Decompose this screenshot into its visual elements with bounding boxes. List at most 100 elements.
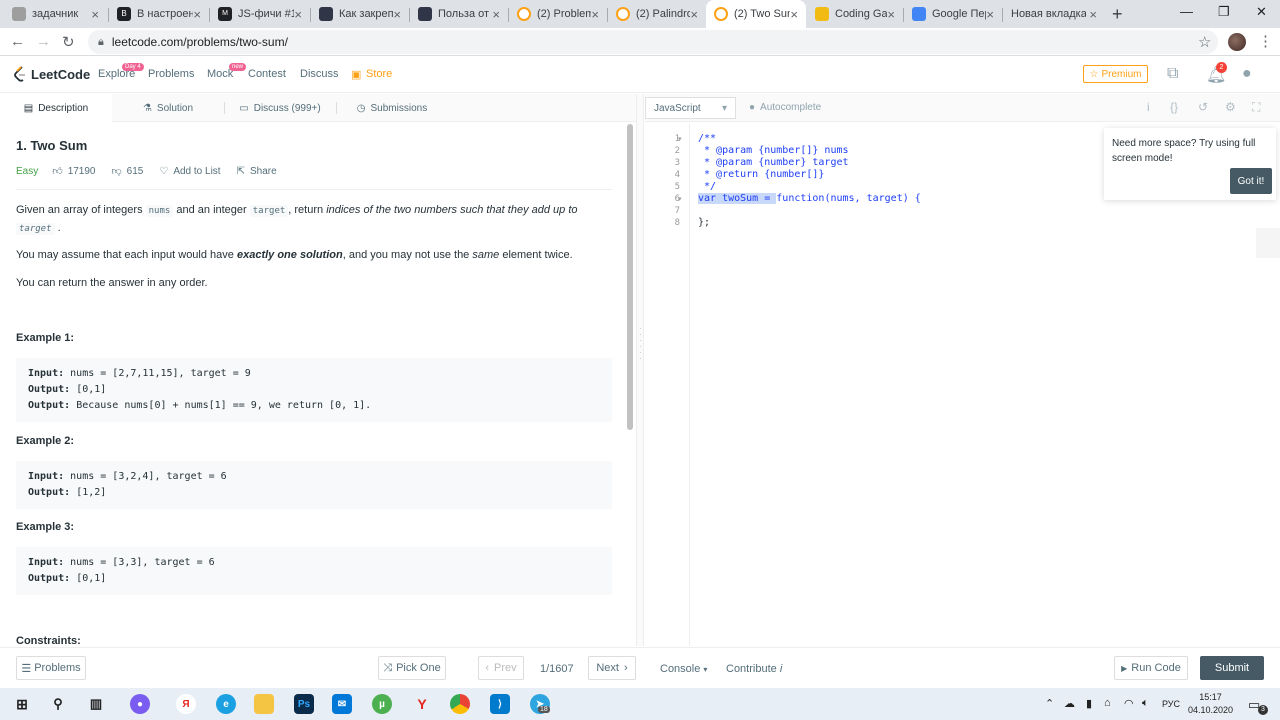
close-tab-icon[interactable]: × — [91, 7, 99, 22]
browser-tab[interactable]: B В настроен × — [109, 0, 209, 28]
new-badge: new — [229, 63, 247, 71]
minimize-icon[interactable]: — — [1180, 4, 1193, 19]
close-tab-icon[interactable]: × — [690, 7, 698, 22]
fold-icon[interactable]: ▾ — [678, 195, 682, 203]
submit-button[interactable]: Submit — [1200, 656, 1264, 680]
tab-description[interactable]: ▤ Description — [0, 94, 112, 122]
info-icon[interactable]: i — [1147, 100, 1150, 114]
windows-start-icon[interactable]: ⊞ — [12, 694, 32, 714]
avatar[interactable] — [1228, 33, 1246, 51]
pane-resize-handle[interactable]: · · · · · · — [636, 94, 644, 646]
close-tab-icon[interactable]: × — [492, 7, 500, 22]
contribute-button[interactable]: Contribute i — [726, 663, 782, 675]
share-button[interactable]: ⇱ Share — [237, 166, 277, 177]
close-tab-icon[interactable]: × — [591, 7, 599, 22]
fold-icon[interactable]: ▾ — [678, 135, 682, 143]
run-code-button[interactable]: ▶ Run Code — [1114, 656, 1188, 680]
url-input[interactable]: 🔒︎ leetcode.com/problems/two-sum/ — [88, 30, 1218, 54]
share-icon: ⇱ — [236, 165, 245, 177]
browser-tab[interactable]: задачник × — [4, 0, 107, 28]
network-icon[interactable]: ⌂ — [1104, 697, 1111, 709]
dislike-button[interactable]: 👎︎ 615 — [112, 165, 144, 178]
volume-icon[interactable]: 🔈︎ — [1142, 697, 1149, 710]
premium-button[interactable]: ☆ Premium — [1083, 65, 1148, 83]
problem-statement: Given an array of integers nums and an i… — [16, 204, 578, 235]
close-tab-icon[interactable]: × — [193, 7, 201, 22]
restore-icon[interactable]: ❐ — [1218, 4, 1230, 20]
nav-discuss[interactable]: Discuss — [300, 68, 339, 80]
folder-icon[interactable] — [254, 694, 274, 714]
language-indicator[interactable]: РУС — [1162, 699, 1180, 709]
description-scrollbar[interactable] — [627, 124, 633, 430]
close-tab-icon[interactable]: × — [986, 7, 994, 22]
language-select[interactable]: JavaScript ▾ — [645, 97, 736, 119]
wifi-icon[interactable]: ◠ — [1124, 697, 1134, 710]
nav-problems[interactable]: Problems — [148, 68, 194, 80]
browser-tab[interactable]: Coding Gam × — [807, 0, 903, 28]
chrome-icon[interactable] — [450, 694, 470, 714]
vscode-icon[interactable]: ⟩ — [490, 694, 510, 714]
example-heading: Example 3: — [16, 521, 75, 533]
close-tab-icon[interactable]: × — [294, 7, 302, 22]
settings-icon[interactable]: ⚙ — [1225, 100, 1236, 114]
info-icon: i — [779, 663, 783, 675]
taskbar-clock[interactable]: 15:17 04.10.2020 — [1188, 691, 1233, 717]
battery-icon[interactable]: ▮ — [1086, 697, 1092, 710]
browser-tab[interactable]: M JS-фичи #1 × — [210, 0, 310, 28]
add-to-list-button[interactable]: ♡ Add to List — [159, 166, 220, 177]
browser-tab[interactable]: Новая вкладка × — [1003, 0, 1105, 28]
close-tab-icon[interactable]: × — [790, 7, 798, 22]
browser-tab[interactable]: Как закреп × — [311, 0, 409, 28]
user-icon[interactable]: ● — [1242, 65, 1252, 83]
tab-submissions[interactable]: ◷ Submissions — [336, 94, 448, 122]
close-tab-icon[interactable]: × — [887, 7, 895, 22]
side-panel-tab[interactable] — [1256, 228, 1280, 258]
task-view-icon[interactable]: ▥ — [86, 694, 106, 714]
example-heading: Example 1: — [16, 332, 75, 344]
console-button[interactable]: Console ▾ — [660, 663, 707, 675]
utorrent-icon[interactable]: µ — [372, 694, 392, 714]
nav-store[interactable]: Store — [366, 68, 392, 80]
problems-list-button[interactable]: ☰ Problems — [16, 656, 86, 680]
pick-one-button[interactable]: ⤨ Pick One — [378, 656, 446, 680]
forward-icon[interactable]: → — [36, 33, 51, 50]
tab-solution[interactable]: ⚗ Solution — [112, 94, 224, 122]
photoshop-icon[interactable]: Ps — [294, 694, 314, 714]
got-it-button[interactable]: Got it! — [1230, 168, 1272, 194]
yandex-browser-icon[interactable]: Я — [176, 694, 196, 714]
new-tab-icon[interactable]: + — [1112, 4, 1123, 25]
fullscreen-icon[interactable]: ⛶ — [1252, 100, 1260, 115]
leetcode-icon — [517, 7, 531, 21]
bookmark-star-icon[interactable]: ☆ — [1198, 33, 1211, 51]
alice-icon[interactable]: ● — [130, 694, 150, 714]
playground-icon[interactable]: ⧉ — [1167, 65, 1178, 83]
bottom-bar: ☰ Problems ⤨ Pick One ‹ Prev 1/1607 Next › C… — [0, 647, 1280, 687]
tray-expand-icon[interactable]: ⌃ — [1045, 697, 1054, 710]
browser-tab[interactable]: (2) Problem × — [509, 0, 607, 28]
mail-icon[interactable]: ✉ — [332, 694, 352, 714]
close-tab-icon[interactable]: × — [393, 7, 401, 22]
more-menu-icon[interactable]: ⋮ — [1258, 32, 1273, 50]
window-close-icon[interactable]: ✕ — [1256, 4, 1267, 20]
braces-icon[interactable]: {} — [1170, 100, 1178, 114]
reload-icon[interactable]: ↻ — [62, 33, 75, 51]
browser-tab-active[interactable]: (2) Two Sum × — [706, 0, 806, 28]
onedrive-icon[interactable]: ☁ — [1064, 697, 1075, 710]
prev-button[interactable]: ‹ Prev — [478, 656, 524, 680]
next-button[interactable]: Next › — [588, 656, 636, 680]
back-icon[interactable]: ← — [10, 33, 25, 50]
search-icon[interactable]: ⚲ — [48, 694, 68, 714]
leetcode-logo[interactable]: LeetCode — [14, 66, 90, 82]
chevron-down-icon: ▾ — [721, 102, 727, 114]
tab-discuss[interactable]: ▭ Discuss (999+) — [224, 94, 336, 122]
browser-tab[interactable]: Польза от × — [410, 0, 508, 28]
like-button[interactable]: 👍︎ 17190 — [52, 165, 95, 178]
browser-tab[interactable]: (2) Palindro × — [608, 0, 706, 28]
autocomplete-toggle[interactable]: ● Autocomplete — [749, 102, 821, 113]
edge-icon[interactable]: e — [216, 694, 236, 714]
browser-tab[interactable]: Google Пер × — [904, 0, 1002, 28]
close-tab-icon[interactable]: × — [1089, 7, 1097, 22]
nav-contest[interactable]: Contest — [248, 68, 286, 80]
yandex-icon[interactable]: Y — [412, 694, 432, 714]
reset-icon[interactable]: ↺ — [1198, 100, 1208, 114]
